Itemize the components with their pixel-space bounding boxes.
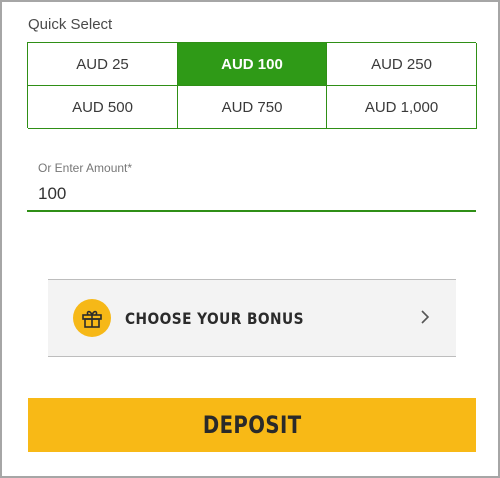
quick-select-option-aud-250[interactable]: AUD 250: [327, 43, 477, 86]
gift-icon: [73, 299, 111, 337]
amount-field: Or Enter Amount*: [27, 158, 476, 214]
quick-select-option-aud-750[interactable]: AUD 750: [178, 86, 327, 129]
deposit-panel: Quick Select AUD 25 AUD 100 AUD 250 AUD …: [0, 0, 500, 478]
quick-select-option-aud-100[interactable]: AUD 100: [178, 43, 327, 86]
choose-bonus-button[interactable]: CHOOSE YOUR BONUS: [48, 279, 456, 357]
deposit-label: DEPOSIT: [202, 411, 302, 439]
quick-select-option-aud-500[interactable]: AUD 500: [28, 86, 178, 129]
quick-select-label: Quick Select: [28, 16, 113, 33]
amount-input[interactable]: [27, 178, 476, 212]
chevron-right-icon: [420, 308, 430, 326]
quick-select-option-aud-25[interactable]: AUD 25: [28, 43, 178, 86]
deposit-button[interactable]: DEPOSIT: [28, 398, 476, 452]
choose-bonus-label: CHOOSE YOUR BONUS: [125, 309, 304, 328]
amount-label: Or Enter Amount*: [38, 161, 133, 175]
quick-select-option-aud-1000[interactable]: AUD 1,000: [327, 86, 477, 129]
quick-select-grid: AUD 25 AUD 100 AUD 250 AUD 500 AUD 750 A…: [27, 42, 477, 129]
